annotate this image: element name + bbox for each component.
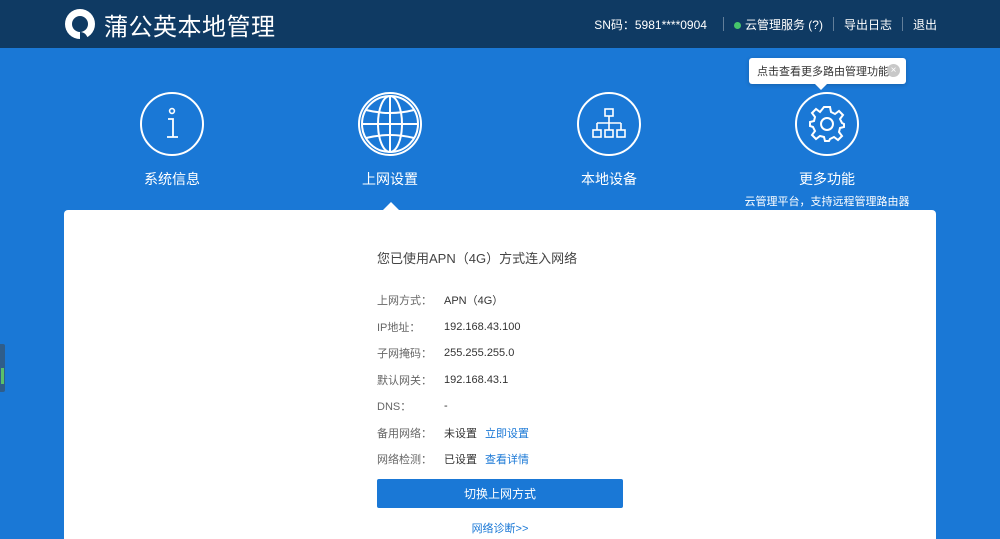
row-value: 192.168.43.100 xyxy=(444,320,521,333)
row-label: 备用网络： xyxy=(377,427,432,440)
online-status-icon xyxy=(733,21,741,29)
switch-connection-button[interactable]: 切换上网方式 xyxy=(377,479,623,508)
info-row-ip-address: IP地址： 192.168.43.100 xyxy=(377,314,623,341)
row-label: IP地址： xyxy=(377,321,421,334)
logout-link[interactable]: 退出 xyxy=(913,16,937,33)
row-value: - xyxy=(444,400,448,413)
row-label: 网络检测： xyxy=(377,454,432,467)
side-panel-handle[interactable] xyxy=(0,344,5,392)
info-row-backup-network: 备用网络： 未设置 立即设置 xyxy=(377,420,623,447)
nav-local-devices[interactable]: 本地设备 xyxy=(519,92,699,189)
nav-label: 系统信息 xyxy=(144,171,200,187)
nav-icon-circle xyxy=(140,92,204,156)
nav-system-info[interactable]: 系统信息 xyxy=(82,92,262,189)
nav-label: 本地设备 xyxy=(581,171,637,187)
row-label: 默认网关： xyxy=(377,374,432,387)
setup-now-link[interactable]: 立即设置 xyxy=(485,425,529,441)
view-details-link[interactable]: 查看详情 xyxy=(485,451,529,467)
nav-icon-circle xyxy=(577,92,641,156)
network-info: 您已使用APN（4G）方式连入网络 上网方式： APN（4G） IP地址： 19… xyxy=(377,248,623,473)
export-log-link[interactable]: 导出日志 xyxy=(844,16,892,33)
app-title: 蒲公英本地管理 xyxy=(104,13,276,41)
connection-status: 您已使用APN（4G）方式连入网络 xyxy=(377,251,578,266)
divider xyxy=(901,17,903,31)
nav-icon-circle xyxy=(358,92,422,156)
close-icon[interactable]: × xyxy=(887,64,900,77)
globe-icon xyxy=(361,95,419,153)
logo: 蒲公英本地管理 xyxy=(64,6,276,42)
info-row-default-gateway: 默认网关： 192.168.43.1 xyxy=(377,367,623,394)
row-label: 子网掩码： xyxy=(377,348,432,361)
nav-more-features[interactable]: 更多功能 云管理平台，支持远程管理路由器 xyxy=(737,92,917,209)
top-bar: 蒲公英本地管理 SN码：5981****0904 云管理服务 (?) 导出日志 … xyxy=(0,0,1000,48)
cloud-service-link[interactable]: 云管理服务 (?) xyxy=(733,16,823,33)
row-value: 255.255.255.0 xyxy=(444,347,515,360)
row-value: 已设置 xyxy=(444,454,477,467)
nav-sublabel: 云管理平台，支持远程管理路由器 xyxy=(744,196,910,208)
info-row-dns: DNS： - xyxy=(377,393,623,420)
divider xyxy=(722,17,724,31)
row-value: 192.168.43.1 xyxy=(444,373,509,386)
network-tree-icon xyxy=(592,108,626,138)
network-diagnosis-link[interactable]: 网络诊断>> xyxy=(377,520,623,536)
row-value: 未设置 xyxy=(444,427,477,440)
info-icon xyxy=(167,107,178,138)
row-label: 上网方式： xyxy=(377,295,432,308)
row-value: APN（4G） xyxy=(444,295,504,308)
top-nav: SN码：5981****0904 云管理服务 (?) 导出日志 退出 xyxy=(594,12,937,36)
side-handle-indicator xyxy=(1,368,4,384)
nav-icon-circle xyxy=(795,92,859,156)
nav-internet-settings[interactable]: 上网设置 xyxy=(300,92,480,189)
info-row-subnet-mask: 子网掩码： 255.255.255.0 xyxy=(377,340,623,367)
dandelion-logo-icon xyxy=(65,9,95,39)
cloud-service-label: 云管理服务 (?) xyxy=(744,17,823,32)
info-row-network-detection: 网络检测： 已设置 查看详情 xyxy=(377,446,623,473)
more-features-tooltip: 点击查看更多路由管理功能 × xyxy=(749,58,906,90)
active-tab-pointer xyxy=(383,202,399,210)
tooltip-text: 点击查看更多路由管理功能 xyxy=(757,66,889,78)
sn-code: SN码：5981****0904 xyxy=(594,17,707,32)
gear-icon xyxy=(809,106,845,142)
nav-label: 上网设置 xyxy=(362,171,418,187)
nav-label: 更多功能 xyxy=(799,171,855,187)
divider xyxy=(832,17,834,31)
row-label: DNS： xyxy=(377,401,412,414)
info-row-connection-type: 上网方式： APN（4G） xyxy=(377,287,623,314)
